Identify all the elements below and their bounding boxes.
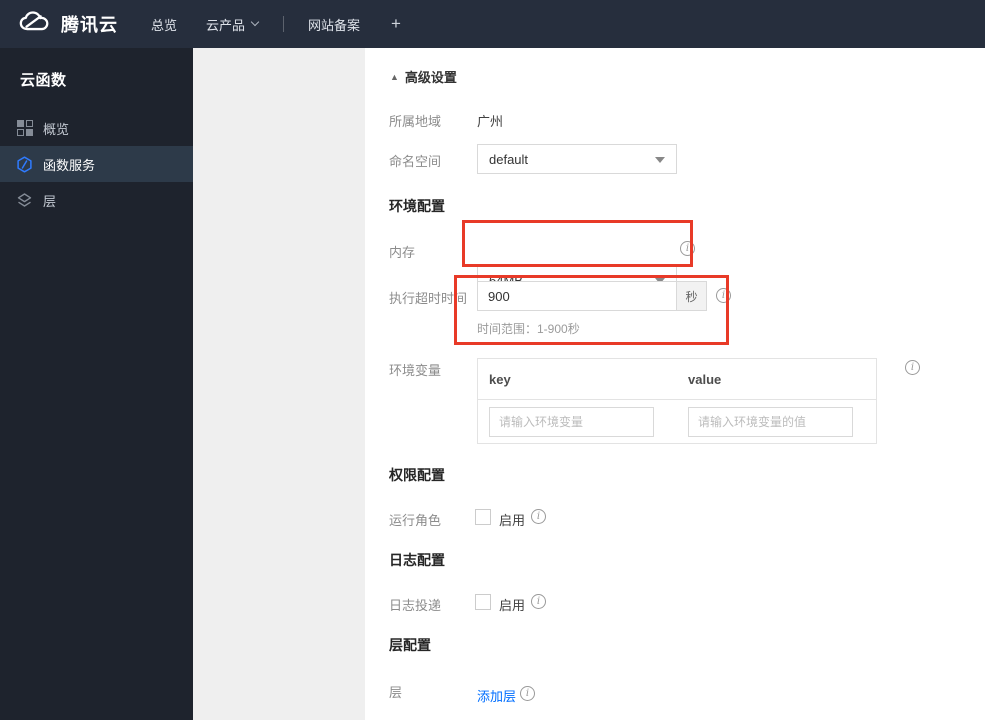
namespace-select[interactable]: default <box>477 144 677 174</box>
log-ship-label: 日志投递 <box>389 598 442 613</box>
nav-divider <box>283 16 285 32</box>
scf-hexagon-icon <box>16 155 33 173</box>
env-vars-table: key value <box>477 358 877 444</box>
nav-add-button[interactable]: + <box>391 14 401 34</box>
secondary-panel <box>193 48 365 720</box>
logo-text: 腾讯云 <box>61 15 118 35</box>
env-vars-label: 环境变量 <box>389 363 442 378</box>
sidebar-item-function-service[interactable]: 函数服务 <box>0 146 193 182</box>
timeout-hint: 时间范围：1-900秒 <box>477 322 580 336</box>
env-key-header: key <box>489 371 511 387</box>
cloud-logo-icon <box>18 10 52 38</box>
timeout-input[interactable] <box>477 281 677 311</box>
timeout-label: 执行超时时间 <box>389 291 468 306</box>
section-layer-config: 层配置 <box>389 637 431 653</box>
env-vars-header-row: key value <box>478 359 876 400</box>
advanced-settings-label: 高级设置 <box>404 70 457 85</box>
env-key-input[interactable] <box>489 406 654 437</box>
add-layer-info-icon[interactable]: i <box>520 686 535 701</box>
log-ship-enable-label: 启用 <box>499 598 526 613</box>
namespace-label: 命名空间 <box>389 154 442 169</box>
layers-icon <box>16 192 33 209</box>
section-env-config: 环境配置 <box>389 198 445 214</box>
env-value-input[interactable] <box>688 406 853 437</box>
sidebar-item-overview[interactable]: 概览 <box>0 110 193 146</box>
env-vars-info-icon[interactable]: i <box>905 360 920 375</box>
env-value-header: value <box>688 371 722 387</box>
region-value: 广州 <box>477 114 504 129</box>
run-role-info-icon[interactable]: i <box>531 509 546 524</box>
collapse-triangle-icon: ▲ <box>390 71 399 82</box>
sidebar-title: 云函数 <box>20 72 67 89</box>
env-vars-input-row <box>478 400 876 443</box>
nav-cloud-products[interactable]: 云产品 <box>206 15 260 34</box>
nav-overview[interactable]: 总览 <box>151 15 177 34</box>
log-ship-info-icon[interactable]: i <box>531 594 546 609</box>
nav-website-record[interactable]: 网站备案 <box>308 15 360 34</box>
top-nav: 总览 云产品 网站备案 + <box>118 14 401 34</box>
sidebar-item-layers[interactable]: 层 <box>0 182 193 218</box>
page: 腾讯云 总览 云产品 网站备案 + 云函数 概览 函数服务 层 ▲ 高级设置 所… <box>0 0 985 720</box>
memory-info-icon[interactable]: i <box>680 241 695 256</box>
layer-label: 层 <box>389 685 403 700</box>
run-role-enable-label: 启用 <box>499 513 526 528</box>
section-permission-config: 权限配置 <box>389 467 445 483</box>
sidebar: 云函数 概览 函数服务 层 <box>0 48 193 720</box>
run-role-label: 运行角色 <box>389 513 442 528</box>
section-log-config: 日志配置 <box>389 552 445 568</box>
main-content: ▲ 高级设置 所属地域 广州 命名空间 default 环境配置 内存 64MB… <box>365 48 985 720</box>
add-layer-link[interactable]: 添加层 <box>477 686 516 705</box>
timeout-input-group: 秒 <box>477 281 707 311</box>
topbar: 腾讯云 总览 云产品 网站备案 + <box>0 0 985 48</box>
region-label: 所属地域 <box>389 114 442 129</box>
run-role-checkbox[interactable] <box>475 509 491 525</box>
tencent-cloud-logo[interactable]: 腾讯云 <box>18 10 118 38</box>
timeout-info-icon[interactable]: i <box>716 288 731 303</box>
advanced-settings-toggle[interactable]: ▲ 高级设置 <box>390 67 457 86</box>
dropdown-arrow-icon <box>655 157 665 163</box>
grid-icon <box>16 120 33 137</box>
chevron-down-icon <box>250 17 260 27</box>
sidebar-menu: 概览 函数服务 层 <box>0 110 193 218</box>
log-ship-checkbox[interactable] <box>475 594 491 610</box>
memory-label: 内存 <box>389 245 416 260</box>
timeout-unit: 秒 <box>677 281 707 311</box>
